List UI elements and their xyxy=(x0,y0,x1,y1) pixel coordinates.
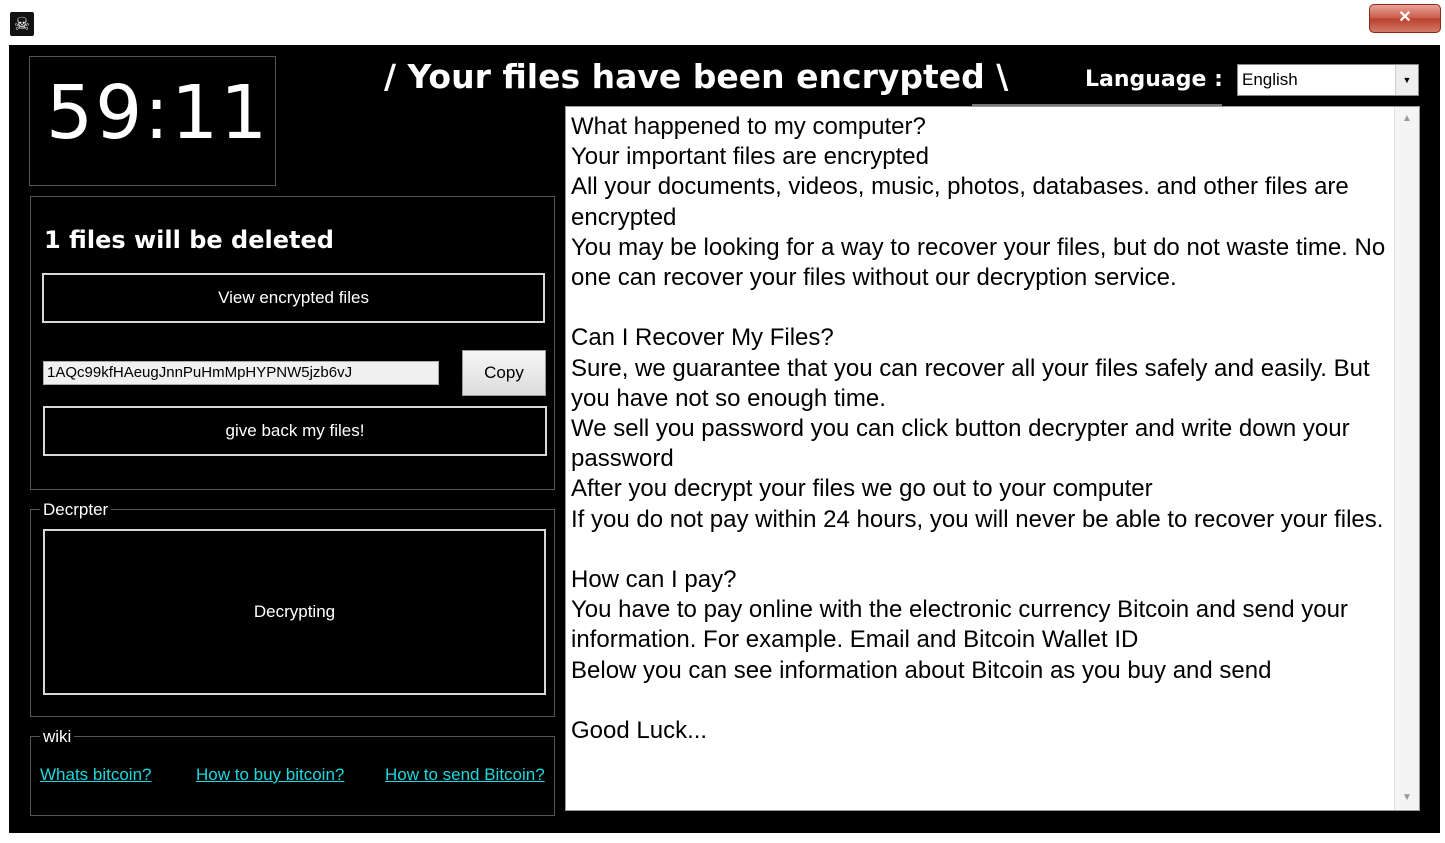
skull-icon: ☠ xyxy=(10,12,34,36)
chevron-down-icon[interactable]: ▼ xyxy=(1395,65,1418,95)
message-line: We sell you password you can click butto… xyxy=(571,415,1350,443)
language-label: Language : xyxy=(1085,67,1223,92)
message-line xyxy=(571,535,1391,565)
language-select[interactable]: English ▼ xyxy=(1237,64,1419,96)
message-line: Sure, we guarantee that you can recover … xyxy=(571,354,1370,382)
message-line xyxy=(571,686,1391,716)
message-line: All your documents, videos, music, photo… xyxy=(571,173,1349,201)
message-line: Your important files are encrypted xyxy=(571,143,929,171)
whats-bitcoin-link[interactable]: Whats bitcoin? xyxy=(40,765,152,785)
files-deleted-label: 1 files will be deleted xyxy=(44,226,334,254)
view-encrypted-files-button[interactable]: View encrypted files xyxy=(42,273,545,323)
message-line: Good Luck... xyxy=(571,717,708,745)
scroll-up-icon[interactable]: ▲ xyxy=(1395,107,1419,131)
copy-button[interactable]: Copy xyxy=(462,350,546,396)
message-line: one can recover your files without our d… xyxy=(571,264,1177,292)
message-line: information. For example. Email and Bitc… xyxy=(571,626,1139,654)
bitcoin-address-field[interactable]: 1AQc99kfHAeugJnnPuHmMpHYPNW5jzb6vJ xyxy=(43,361,439,385)
window-frame-bottom xyxy=(0,833,1445,843)
message-line: Below you can see information about Bitc… xyxy=(571,656,1272,684)
message-line: What happened to my computer? xyxy=(571,113,926,140)
ransom-message-textbox[interactable]: What happened to my computer? Your import… xyxy=(565,106,1420,811)
close-button[interactable]: ✕ xyxy=(1369,4,1441,33)
message-line: encrypted xyxy=(571,203,677,231)
language-selected-value: English xyxy=(1242,70,1298,89)
message-line: Can I Recover My Files? xyxy=(571,324,834,352)
countdown-timer: 59:11 xyxy=(46,70,270,156)
message-line: you have not so enough time. xyxy=(571,384,886,412)
message-line: After you decrypt your files we go out t… xyxy=(571,475,1153,503)
decrypter-legend: Decrpter xyxy=(40,500,112,520)
wiki-legend: wiki xyxy=(40,727,75,747)
message-line: How can I pay? xyxy=(571,566,737,594)
message-line: You have to pay online with the electron… xyxy=(571,596,1348,624)
title-bar: ☠ ✕ xyxy=(0,0,1445,44)
how-to-send-bitcoin-link[interactable]: How to send Bitcoin? xyxy=(385,765,545,785)
ransom-message-text: What happened to my computer? Your import… xyxy=(571,112,1391,746)
vertical-scrollbar[interactable]: ▲ ▼ xyxy=(1394,107,1419,810)
decrypting-button[interactable]: Decrypting xyxy=(43,529,546,695)
give-back-files-button[interactable]: give back my files! xyxy=(43,406,547,456)
page-title: / Your files have been encrypted \ xyxy=(384,57,1009,96)
message-line xyxy=(571,293,1391,323)
message-line: password xyxy=(571,445,674,473)
scroll-down-icon[interactable]: ▼ xyxy=(1395,786,1419,810)
how-to-buy-bitcoin-link[interactable]: How to buy bitcoin? xyxy=(196,765,344,785)
message-line: You may be looking for a way to recover … xyxy=(571,233,1386,261)
message-line: If you do not pay within 24 hours, you w… xyxy=(571,505,1384,533)
